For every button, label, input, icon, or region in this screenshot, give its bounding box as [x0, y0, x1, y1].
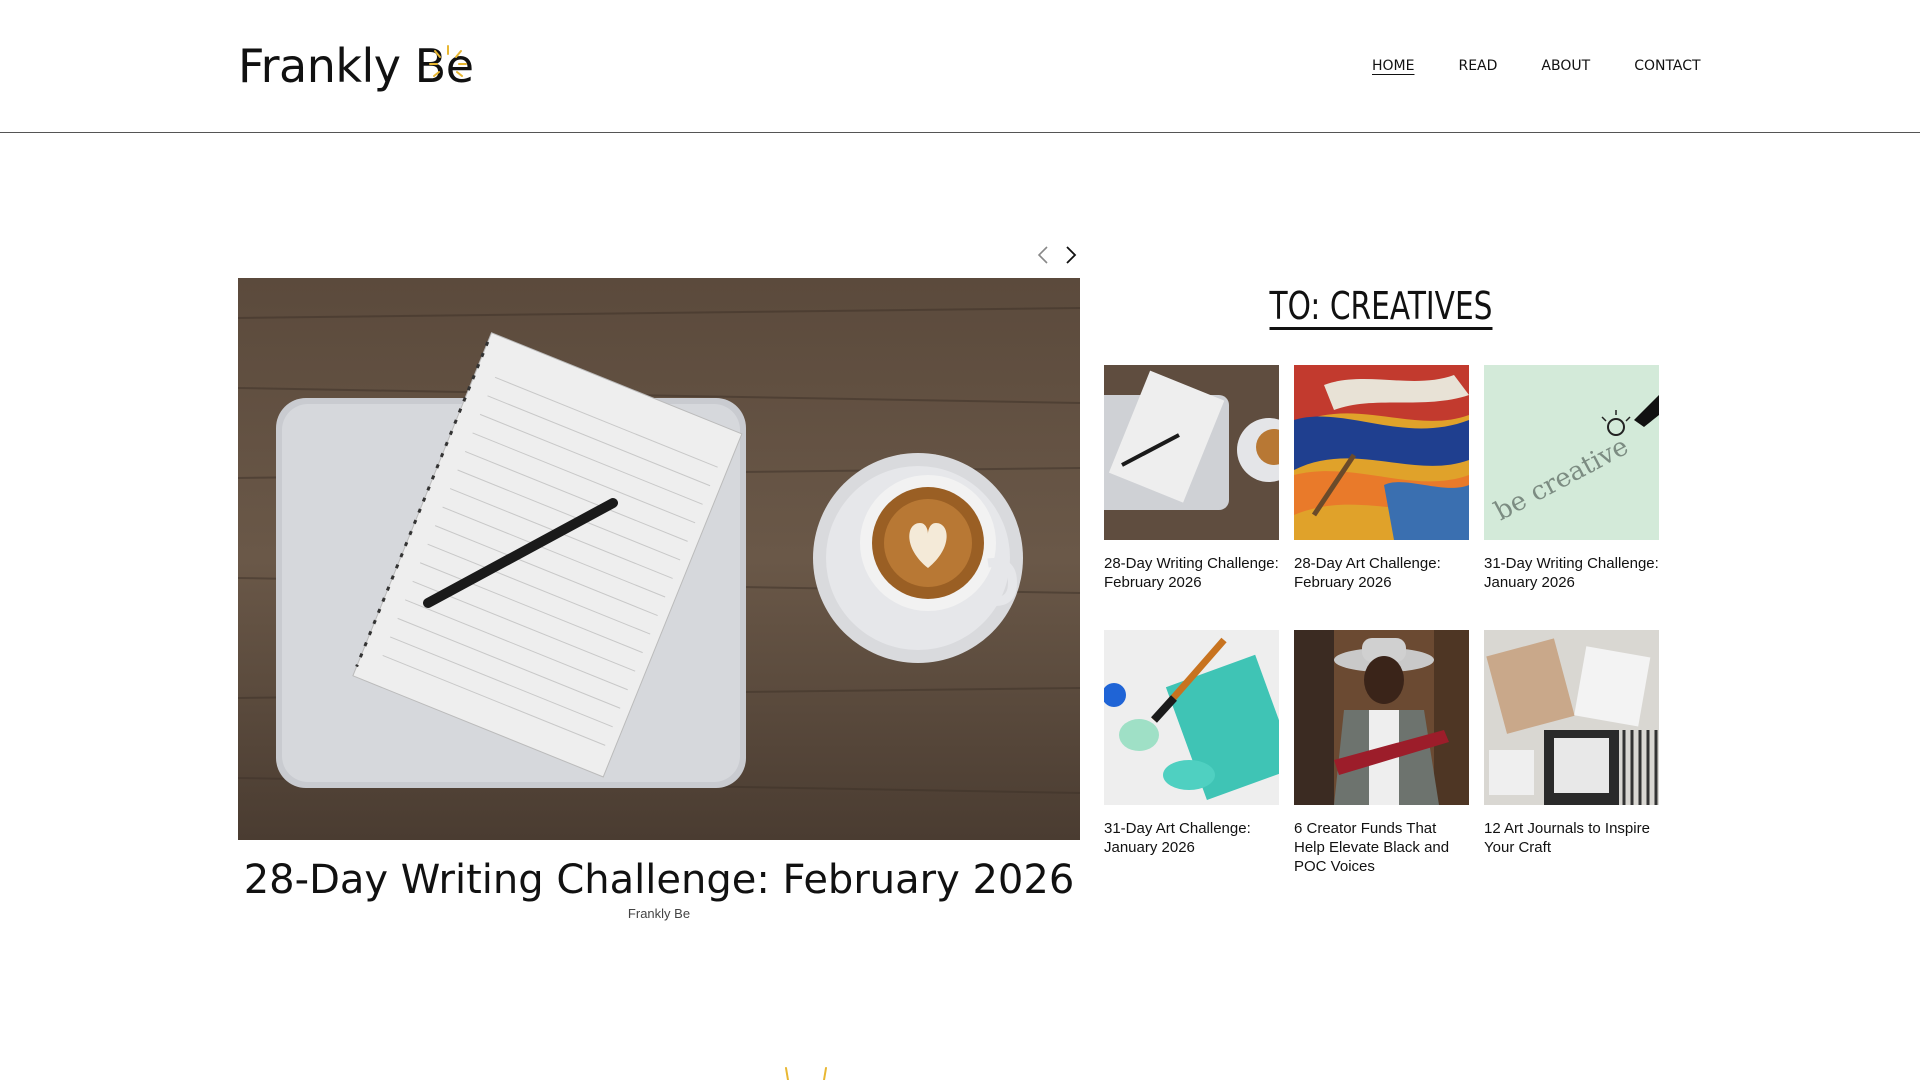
post-thumbnail[interactable]	[1294, 365, 1469, 540]
site-logo[interactable]: Frankly Be	[238, 38, 474, 94]
section-heading-text: TO: CREATIVES	[1269, 284, 1493, 328]
slider-next-button[interactable]	[1062, 243, 1080, 267]
post-thumbnail[interactable]	[1104, 630, 1279, 805]
nav-contact-link[interactable]: CONTACT	[1634, 56, 1700, 76]
nav-about-link[interactable]: ABOUT	[1541, 56, 1590, 76]
post-card[interactable]: 12 Art Journals to Inspire Your Craft	[1484, 630, 1659, 895]
post-title[interactable]: 6 Creator Funds That Help Elevate Black …	[1294, 819, 1469, 876]
nav-home-link[interactable]: HOME	[1372, 56, 1414, 76]
post-card[interactable]: 28-Day Art Challenge: February 2026	[1294, 365, 1469, 630]
post-card[interactable]: 6 Creator Funds That Help Elevate Black …	[1294, 630, 1469, 895]
slider-prev-button[interactable]	[1034, 243, 1052, 267]
section-heading: TO: CREATIVES	[1165, 284, 1597, 328]
post-thumbnail[interactable]	[1484, 630, 1659, 805]
post-title[interactable]: 12 Art Journals to Inspire Your Craft	[1484, 819, 1659, 857]
site-header: Frankly Be HOME READ ABOUT CONTACT	[0, 0, 1920, 133]
post-thumbnail[interactable]: be creative	[1484, 365, 1659, 540]
post-title[interactable]: 31-Day Writing Challenge: January 2026	[1484, 554, 1659, 592]
chevron-left-icon	[1037, 246, 1048, 264]
post-title[interactable]: 28-Day Writing Challenge: February 2026	[1104, 554, 1279, 592]
main-nav: HOME READ ABOUT CONTACT	[1372, 56, 1745, 76]
post-card[interactable]: 28-Day Writing Challenge: February 2026	[1104, 365, 1279, 630]
chevron-right-icon	[1066, 246, 1077, 264]
post-card[interactable]: be creative 31-Day Writing Challenge: Ja…	[1484, 365, 1659, 630]
post-thumbnail[interactable]	[1104, 365, 1279, 540]
nav-read-link[interactable]: READ	[1458, 56, 1497, 76]
featured-post-image[interactable]	[238, 278, 1080, 840]
post-title[interactable]: 31-Day Art Challenge: January 2026	[1104, 819, 1279, 857]
sun-icon	[429, 45, 467, 77]
creatives-post-grid: 28-Day Writing Challenge: February 2026 …	[1104, 365, 1660, 895]
slider-controls	[1034, 243, 1080, 267]
sun-icon	[785, 1067, 827, 1080]
featured-post-author[interactable]: Frankly Be	[238, 906, 1080, 921]
post-thumbnail[interactable]	[1294, 630, 1469, 805]
post-card[interactable]: 31-Day Art Challenge: January 2026	[1104, 630, 1279, 895]
featured-post-title[interactable]: 28-Day Writing Challenge: February 2026	[238, 852, 1080, 908]
post-title[interactable]: 28-Day Art Challenge: February 2026	[1294, 554, 1469, 592]
